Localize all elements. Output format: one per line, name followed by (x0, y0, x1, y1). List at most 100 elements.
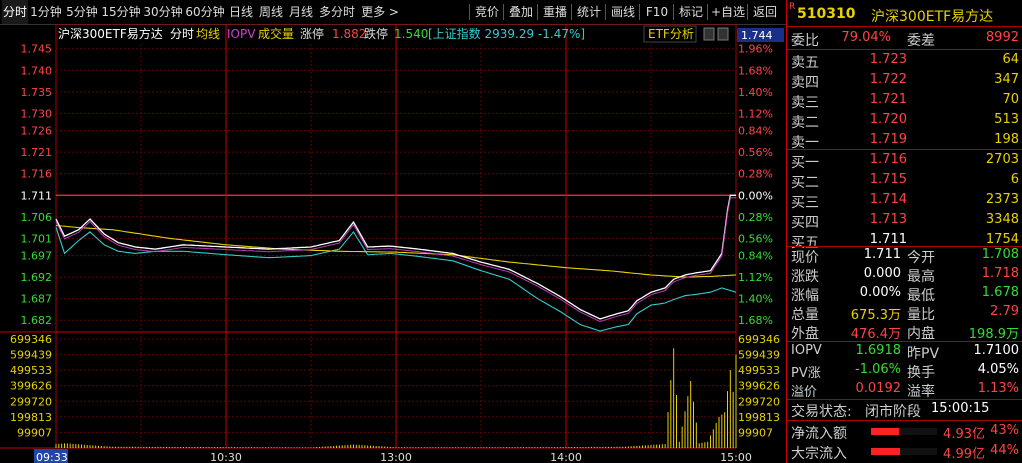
flow-amount: 4.99亿 (943, 447, 985, 462)
flow-label: 大宗流入 (791, 446, 847, 462)
price-tick-label: 1.687 (21, 293, 53, 306)
time-axis-label: 10:30 (210, 451, 242, 463)
back-button[interactable]: 返回 (748, 0, 782, 24)
percent-tick-label: 0.28% (738, 211, 773, 224)
price-tick-label: 1.716 (21, 168, 53, 181)
stat-label-2: 最低 (907, 288, 935, 304)
flow-bar-track (871, 448, 937, 455)
tab-month[interactable]: 月线 (286, 0, 316, 24)
bid-price: 1.714 (869, 192, 907, 207)
percent-tick-label: 1.40% (738, 293, 773, 306)
volume-tick-label-right: 99907 (738, 426, 773, 439)
ask-volume: 198 (994, 132, 1019, 147)
draw-line-button[interactable]: 画线 (606, 0, 640, 24)
limit-down-label: 跌停 (364, 26, 388, 41)
bid-volume: 2703 (985, 152, 1019, 167)
price-tick-label: 1.721 (21, 146, 53, 159)
bid-volume: 2373 (985, 192, 1019, 207)
percent-tick-label: 1.68% (738, 64, 773, 77)
current-price-tag-value: 1.744 (741, 29, 773, 42)
time-axis-label: 09:33 (36, 451, 68, 463)
percent-tick-label: 0.56% (738, 146, 773, 159)
ask-price: 1.723 (869, 52, 907, 67)
flow-percent: 43% (990, 423, 1019, 438)
tab-15min[interactable]: 15分钟 (100, 0, 142, 24)
tab-30min[interactable]: 30分钟 (142, 0, 184, 24)
price-tick-label: 1.740 (21, 64, 53, 77)
ask-label: 卖二 (791, 115, 819, 131)
index-readout: [上证指数 2939.29 -1.47%] (428, 26, 585, 41)
ask-label: 卖五 (791, 55, 819, 71)
tab-week[interactable]: 周线 (256, 0, 286, 24)
tab-fenshi[interactable]: 分时 (2, 0, 28, 24)
bid-volume: 3348 (985, 212, 1019, 227)
chart-zoom-button[interactable] (717, 27, 729, 41)
chart-grid: 1.745 1.96% 1.740 1.68% 1.735 1.40% 1.730 1.12%… (0, 24, 780, 449)
overlay-button[interactable]: 叠加 (504, 0, 538, 24)
tab-60min[interactable]: 60分钟 (184, 0, 226, 24)
add-watchlist-button[interactable]: +自选 (708, 0, 748, 24)
tab-1min[interactable]: 1分钟 (28, 0, 64, 24)
tab-5min[interactable]: 5分钟 (64, 0, 100, 24)
replay-button[interactable]: 重播 (538, 0, 572, 24)
legend-volume: 成交量 (258, 26, 294, 41)
volume-tick-label: 599439 (10, 349, 52, 362)
iopv-row-label: 溢价 (791, 385, 818, 400)
volume-tick-label-right: 699346 (738, 333, 780, 346)
tab-more[interactable]: 更多 > (358, 0, 402, 24)
limit-up-label: 涨停 (300, 26, 324, 41)
bid-label: 买三 (791, 195, 819, 211)
price-tick-label: 1.692 (21, 271, 53, 284)
price-tick-label: 1.697 (21, 250, 53, 263)
weicha-value: 8992 (985, 30, 1019, 45)
legend-iopv: IOPV (227, 27, 256, 41)
f10-button[interactable]: F10 (640, 0, 674, 24)
iopv-row-value-2: 4.05% (977, 362, 1019, 377)
percent-tick-label: 0.84% (738, 125, 773, 138)
stat-value-2: 1.708 (981, 247, 1019, 262)
iopv-row-value: 0.0192 (855, 381, 902, 396)
percent-tick-label: 0.56% (738, 232, 773, 245)
price-tick-label: 1.706 (21, 211, 53, 224)
bid-price: 1.715 (869, 172, 907, 187)
auction-button[interactable]: 竞价 (470, 0, 504, 24)
quote-divider (787, 420, 1022, 421)
bid-label: 买四 (791, 215, 819, 231)
statistics-button[interactable]: 统计 (572, 0, 606, 24)
price-tick-label: 1.682 (21, 314, 53, 327)
flow-bar-track (871, 428, 937, 435)
tab-multi-fenshi[interactable]: 多分时 (316, 0, 358, 24)
stat-value: 675.3万 (850, 308, 901, 323)
iopv-row-label-2: 昨PV (907, 346, 940, 362)
chart-settings-button[interactable] (703, 27, 715, 41)
price-tick-label: 1.745 (21, 43, 53, 56)
iopv-row-value-2: 1.13% (977, 381, 1019, 396)
volume-tick-label-right: 199813 (738, 411, 780, 424)
trade-status-label: 交易状态: (791, 404, 852, 420)
stat-label-2: 最高 (907, 269, 935, 285)
stat-value: 0.00% (859, 285, 901, 300)
limit-down-value: 1.540 (394, 27, 428, 41)
percent-tick-label: 1.12% (738, 271, 773, 284)
flow-label: 净流入额 (791, 426, 847, 442)
iopv-row-label-2: 溢率 (907, 384, 935, 400)
stat-label: 涨跌 (791, 269, 819, 285)
limit-up-value: 1.882 (332, 27, 366, 41)
stat-value-2: 1.678 (981, 285, 1019, 300)
ask-price: 1.722 (869, 72, 907, 87)
period-toolbar: 分时 1分钟 5分钟 15分钟 30分钟 60分钟 日线 周线 月线 多分时 更多 > 竞价 叠加 重播统… (0, 0, 786, 25)
ask-volume: 70 (1002, 92, 1019, 107)
percent-tick-label: 1.68% (738, 314, 773, 327)
stat-label: 涨幅 (791, 288, 819, 304)
bid-price: 1.713 (869, 212, 907, 227)
tab-day[interactable]: 日线 (226, 0, 256, 24)
quote-divider (787, 399, 1022, 400)
mark-button[interactable]: 标记 (674, 0, 708, 24)
etf-analysis-label[interactable]: ETF分析 (648, 27, 694, 41)
stat-label-2: 今开 (907, 250, 935, 266)
time-axis-label: 13:00 (380, 451, 412, 463)
percent-tick-label: 1.96% (738, 43, 773, 56)
quote-divider (787, 149, 1022, 150)
time-axis-label: 15:00 (720, 451, 752, 463)
volume-tick-label-right: 299720 (738, 395, 780, 408)
